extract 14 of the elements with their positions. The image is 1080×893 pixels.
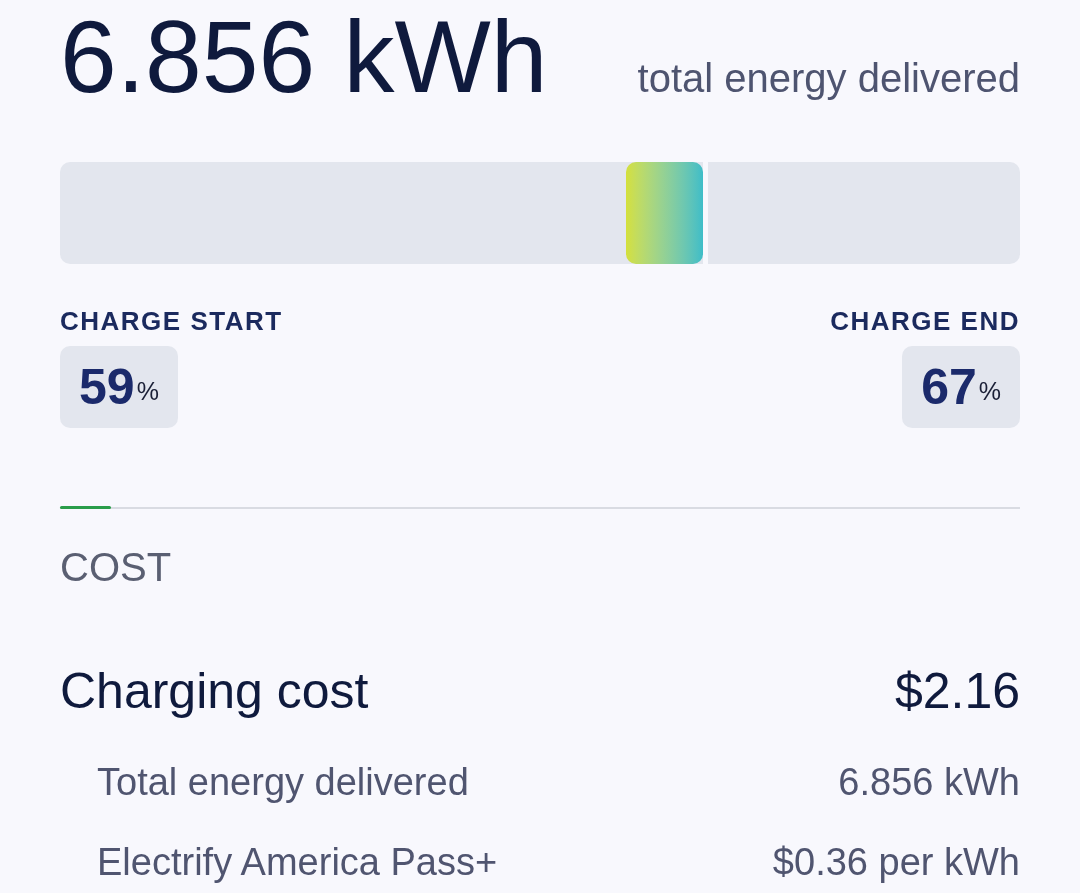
detail-value: $0.36 per kWh (772, 840, 1020, 886)
detail-value: 6.856 kWh (838, 760, 1020, 806)
charge-end-value: 67% (902, 346, 1020, 429)
energy-total: 6.856 kWh (60, 6, 548, 108)
detail-label: Electrify America Pass+ (97, 840, 498, 886)
detail-label: Total energy delivered (97, 760, 469, 806)
charge-start-label: CHARGE START (60, 306, 283, 338)
energy-caption: total energy delivered (637, 55, 1020, 102)
charge-end-label: CHARGE END (830, 306, 1020, 338)
charge-start-value: 59% (60, 346, 178, 429)
cost-heading: COST (60, 544, 172, 592)
charging-cost-value: $2.16 (894, 662, 1020, 722)
charging-cost-label: Charging cost (60, 662, 369, 722)
accent-underline (60, 506, 111, 510)
